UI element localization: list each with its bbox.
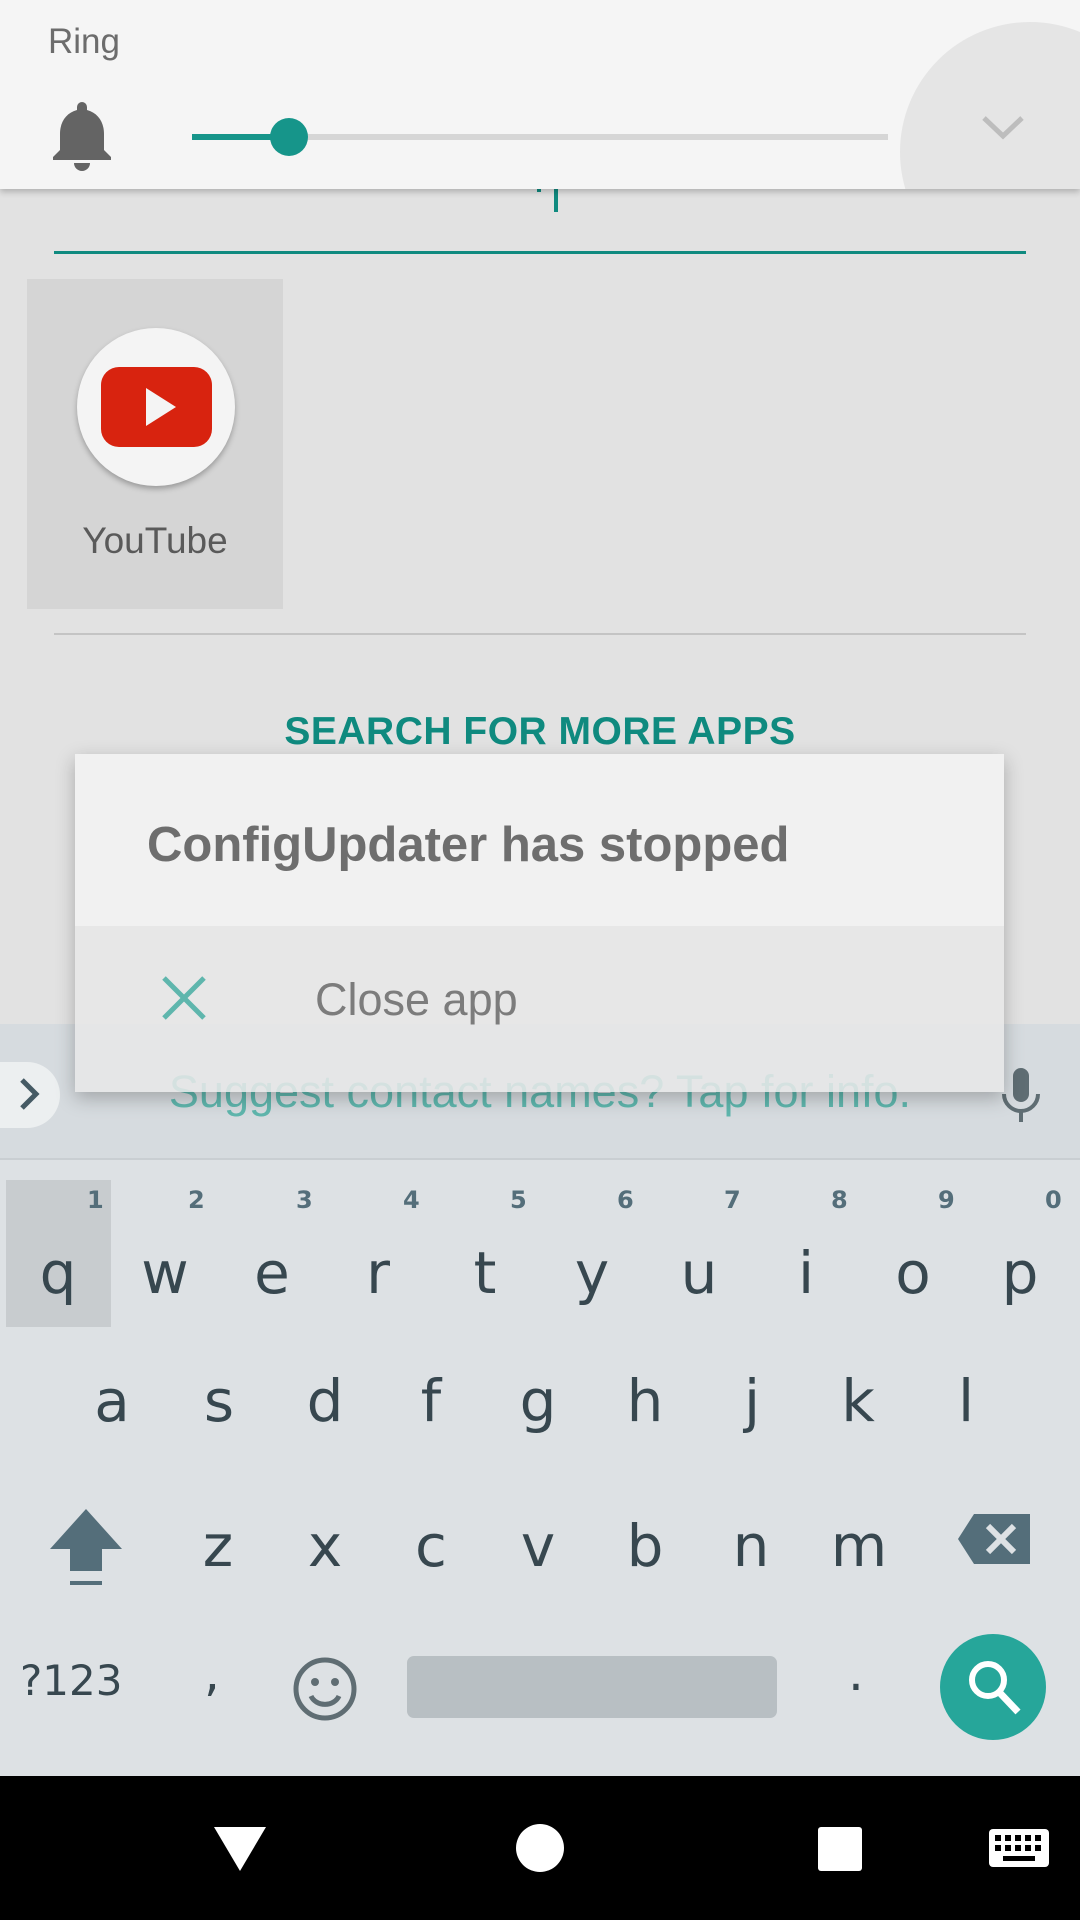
emoji-icon[interactable]	[292, 1656, 358, 1722]
key-hint: 6	[617, 1186, 634, 1214]
dialog-header: ConfigUpdater has stopped	[75, 754, 1004, 926]
chevron-down-icon[interactable]	[978, 112, 1028, 142]
app-crash-dialog: ConfigUpdater has stopped Close app	[75, 754, 1004, 1092]
key-u[interactable]: u	[645, 1204, 753, 1342]
key-w[interactable]: w	[111, 1204, 219, 1342]
volume-expand-button[interactable]	[900, 22, 1080, 189]
key-hint: 3	[296, 1186, 313, 1214]
key-h[interactable]: h	[591, 1351, 699, 1481]
key-k[interactable]: k	[804, 1351, 912, 1481]
back-icon[interactable]	[212, 1825, 268, 1873]
key-i[interactable]: i	[752, 1204, 860, 1342]
key-f[interactable]: f	[377, 1351, 485, 1481]
key-l[interactable]: l	[912, 1351, 1020, 1481]
key-c[interactable]: c	[377, 1496, 485, 1626]
key-s[interactable]: s	[165, 1351, 273, 1481]
key-hint: 7	[724, 1186, 741, 1214]
bell-icon[interactable]	[52, 100, 112, 172]
key-hint: 0	[1045, 1186, 1062, 1214]
close-app-label: Close app	[315, 974, 518, 1025]
soft-keyboard: q w e r t y u i o p 1 2 3 4 5 6 7 8 9 0 …	[0, 1160, 1080, 1776]
dialog-title: ConfigUpdater has stopped	[147, 818, 790, 872]
key-p[interactable]: p	[966, 1204, 1074, 1342]
keyboard-switch-icon[interactable]	[988, 1828, 1050, 1868]
key-o[interactable]: o	[859, 1204, 967, 1342]
key-x[interactable]: x	[271, 1496, 379, 1626]
key-hint: 1	[87, 1186, 104, 1214]
key-a[interactable]: a	[58, 1351, 166, 1481]
search-more-apps-button[interactable]: SEARCH FOR MORE APPS	[0, 710, 1080, 754]
key-e[interactable]: e	[218, 1204, 326, 1342]
backspace-icon[interactable]	[956, 1512, 1032, 1566]
results-divider	[54, 633, 1026, 635]
space-bar[interactable]	[407, 1656, 777, 1718]
key-n[interactable]: n	[697, 1496, 805, 1626]
symbols-key[interactable]: ?123	[20, 1656, 122, 1705]
key-b[interactable]: b	[591, 1496, 699, 1626]
play-icon	[146, 388, 176, 426]
key-d[interactable]: d	[271, 1351, 379, 1481]
volume-panel: Ring	[0, 0, 1080, 189]
key-v[interactable]: v	[484, 1496, 592, 1626]
key-m[interactable]: m	[805, 1496, 913, 1626]
period-key[interactable]: .	[848, 1644, 864, 1702]
key-g[interactable]: g	[484, 1351, 592, 1481]
home-icon[interactable]	[514, 1822, 566, 1874]
volume-slider-thumb[interactable]	[270, 118, 308, 156]
key-j[interactable]: j	[698, 1351, 806, 1481]
key-q[interactable]: q	[4, 1204, 112, 1342]
volume-stream-label: Ring	[48, 22, 120, 61]
key-hint: 2	[188, 1186, 205, 1214]
key-hint: 9	[938, 1186, 955, 1214]
key-hint: 5	[510, 1186, 527, 1214]
navigation-bar	[0, 1776, 1080, 1920]
comma-key[interactable]: ,	[204, 1644, 220, 1702]
key-z[interactable]: z	[164, 1496, 272, 1626]
app-result-label: YouTube	[82, 520, 228, 561]
text-cursor	[554, 186, 558, 212]
search-input-underline[interactable]	[54, 251, 1026, 254]
key-hint: 4	[403, 1186, 420, 1214]
search-icon	[969, 1661, 1021, 1715]
recents-icon[interactable]	[816, 1825, 864, 1873]
key-hint: 8	[831, 1186, 848, 1214]
close-icon	[162, 976, 206, 1020]
key-y[interactable]: y	[538, 1204, 646, 1342]
search-action-key[interactable]	[940, 1634, 1046, 1740]
key-t[interactable]: t	[431, 1204, 539, 1342]
key-r[interactable]: r	[324, 1204, 432, 1342]
shift-icon[interactable]	[46, 1505, 126, 1589]
close-app-button[interactable]: Close app	[75, 926, 1004, 1092]
